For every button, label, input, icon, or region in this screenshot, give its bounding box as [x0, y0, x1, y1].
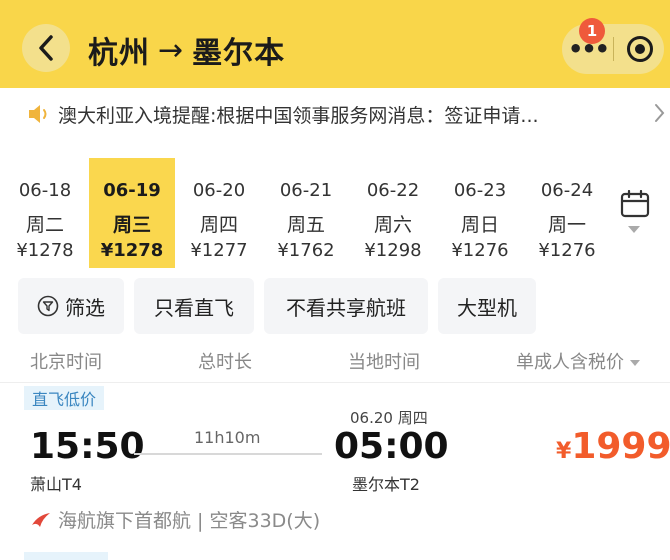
date-label: 06-23	[453, 180, 507, 201]
departure-airport: 萧山T4	[30, 475, 82, 494]
direct-only-chip[interactable]: 只看直飞	[134, 278, 254, 334]
destination-city: 墨尔本	[192, 36, 286, 71]
local-time-header: 当地时间	[348, 352, 420, 373]
close-mini-program-button[interactable]	[622, 32, 658, 66]
calendar-dropdown-icon	[628, 226, 640, 233]
arrival-airport: 墨尔本T2	[352, 475, 420, 494]
date-label: 06-24	[540, 180, 594, 201]
beijing-time-header: 北京时间	[30, 352, 102, 373]
mini-program-capsule: •••	[562, 24, 664, 74]
date-item[interactable]: 06-18 周二 ¥1278	[2, 158, 88, 268]
flight-line	[134, 453, 322, 455]
date-price: ¥1276	[451, 240, 509, 261]
date-item[interactable]: 06-24 周一 ¥1276	[524, 158, 605, 268]
chevron-right-icon	[655, 104, 665, 122]
speaker-icon	[29, 105, 47, 123]
calendar-icon[interactable]	[620, 190, 650, 218]
price-sort-header[interactable]: 单成人含税价	[516, 348, 640, 374]
divider	[0, 382, 670, 383]
date-item[interactable]: 06-21 周五 ¥1762	[263, 158, 349, 268]
currency-symbol: ¥	[556, 439, 572, 464]
date-label: 06-19	[103, 180, 161, 201]
filter-icon	[37, 295, 59, 317]
departure-time: 15:50	[30, 426, 145, 467]
date-price: ¥1277	[190, 240, 248, 261]
entry-notice[interactable]: 澳大利亚入境提醒:根据中国领事服务网消息：签证申请...	[0, 88, 670, 140]
date-price: ¥1276	[538, 240, 596, 261]
large-aircraft-chip[interactable]: 大型机	[438, 278, 536, 334]
flight-duration: 11h10m	[194, 428, 261, 447]
date-item[interactable]: 06-22 周六 ¥1298	[350, 158, 436, 268]
date-label: 06-20	[192, 180, 246, 201]
date-price: ¥1762	[277, 240, 335, 261]
date-item-selected[interactable]: 06-19 周三 ¥1278	[89, 158, 175, 268]
route-title: 杭州 → 墨尔本	[88, 28, 285, 72]
airline-logo-icon	[30, 511, 52, 529]
route-arrow: →	[158, 32, 185, 68]
date-item[interactable]: 06-23 周日 ¥1276	[437, 158, 523, 268]
sort-arrow-icon	[630, 360, 640, 366]
target-icon	[627, 36, 653, 62]
filter-bar: 筛选 只看直飞 不看共享航班 大型机	[0, 278, 670, 336]
date-item[interactable]: 06-20 周四 ¥1277	[176, 158, 262, 268]
weekday-label: 周三	[112, 214, 151, 236]
price-sort-label: 单成人含税价	[516, 352, 624, 373]
date-price: ¥1298	[364, 240, 422, 261]
capsule-divider	[613, 37, 614, 61]
column-headers: 北京时间 总时长 当地时间 单成人含税价	[0, 344, 670, 380]
weekday-label: 周二	[25, 214, 64, 236]
weekday-label: 周四	[199, 214, 238, 236]
no-shared-flights-chip[interactable]: 不看共享航班	[264, 278, 428, 334]
notification-badge: 1	[579, 18, 605, 44]
airline-info: 海航旗下首都航 | 空客33D(大)	[30, 506, 320, 533]
weekday-label: 周六	[373, 214, 412, 236]
weekday-label: 周五	[286, 214, 325, 236]
chevron-left-icon	[39, 35, 53, 61]
price-amount: 1999	[571, 426, 670, 467]
top-bar: 杭州 → 墨尔本 ••• 1	[0, 0, 670, 88]
weekday-label: 周一	[547, 214, 586, 236]
arrival-time: 05:00	[334, 426, 449, 467]
airline-text: 海航旗下首都航 | 空客33D(大)	[58, 510, 321, 532]
next-card-tag	[24, 552, 108, 560]
arrival-date: 06.20 周四	[350, 409, 428, 427]
filter-button[interactable]: 筛选	[18, 278, 124, 334]
date-label: 06-22	[366, 180, 420, 201]
filter-label: 筛选	[65, 295, 105, 320]
date-price: ¥1278	[100, 240, 164, 261]
date-label: 06-21	[279, 180, 333, 201]
flight-price: ¥1999	[556, 426, 670, 467]
duration-header: 总时长	[198, 352, 252, 373]
direct-low-price-tag: 直飞低价	[24, 386, 105, 410]
origin-city: 杭州	[88, 36, 150, 71]
weekday-label: 周日	[460, 214, 499, 236]
date-price: ¥1278	[16, 240, 74, 261]
date-label: 06-18	[18, 180, 72, 201]
notice-text: 澳大利亚入境提醒:根据中国领事服务网消息：签证申请...	[58, 105, 539, 127]
back-button[interactable]	[22, 24, 70, 72]
date-strip: 06-18 周二 ¥1278 06-19 周三 ¥1278 06-20 周四 ¥…	[0, 150, 605, 274]
